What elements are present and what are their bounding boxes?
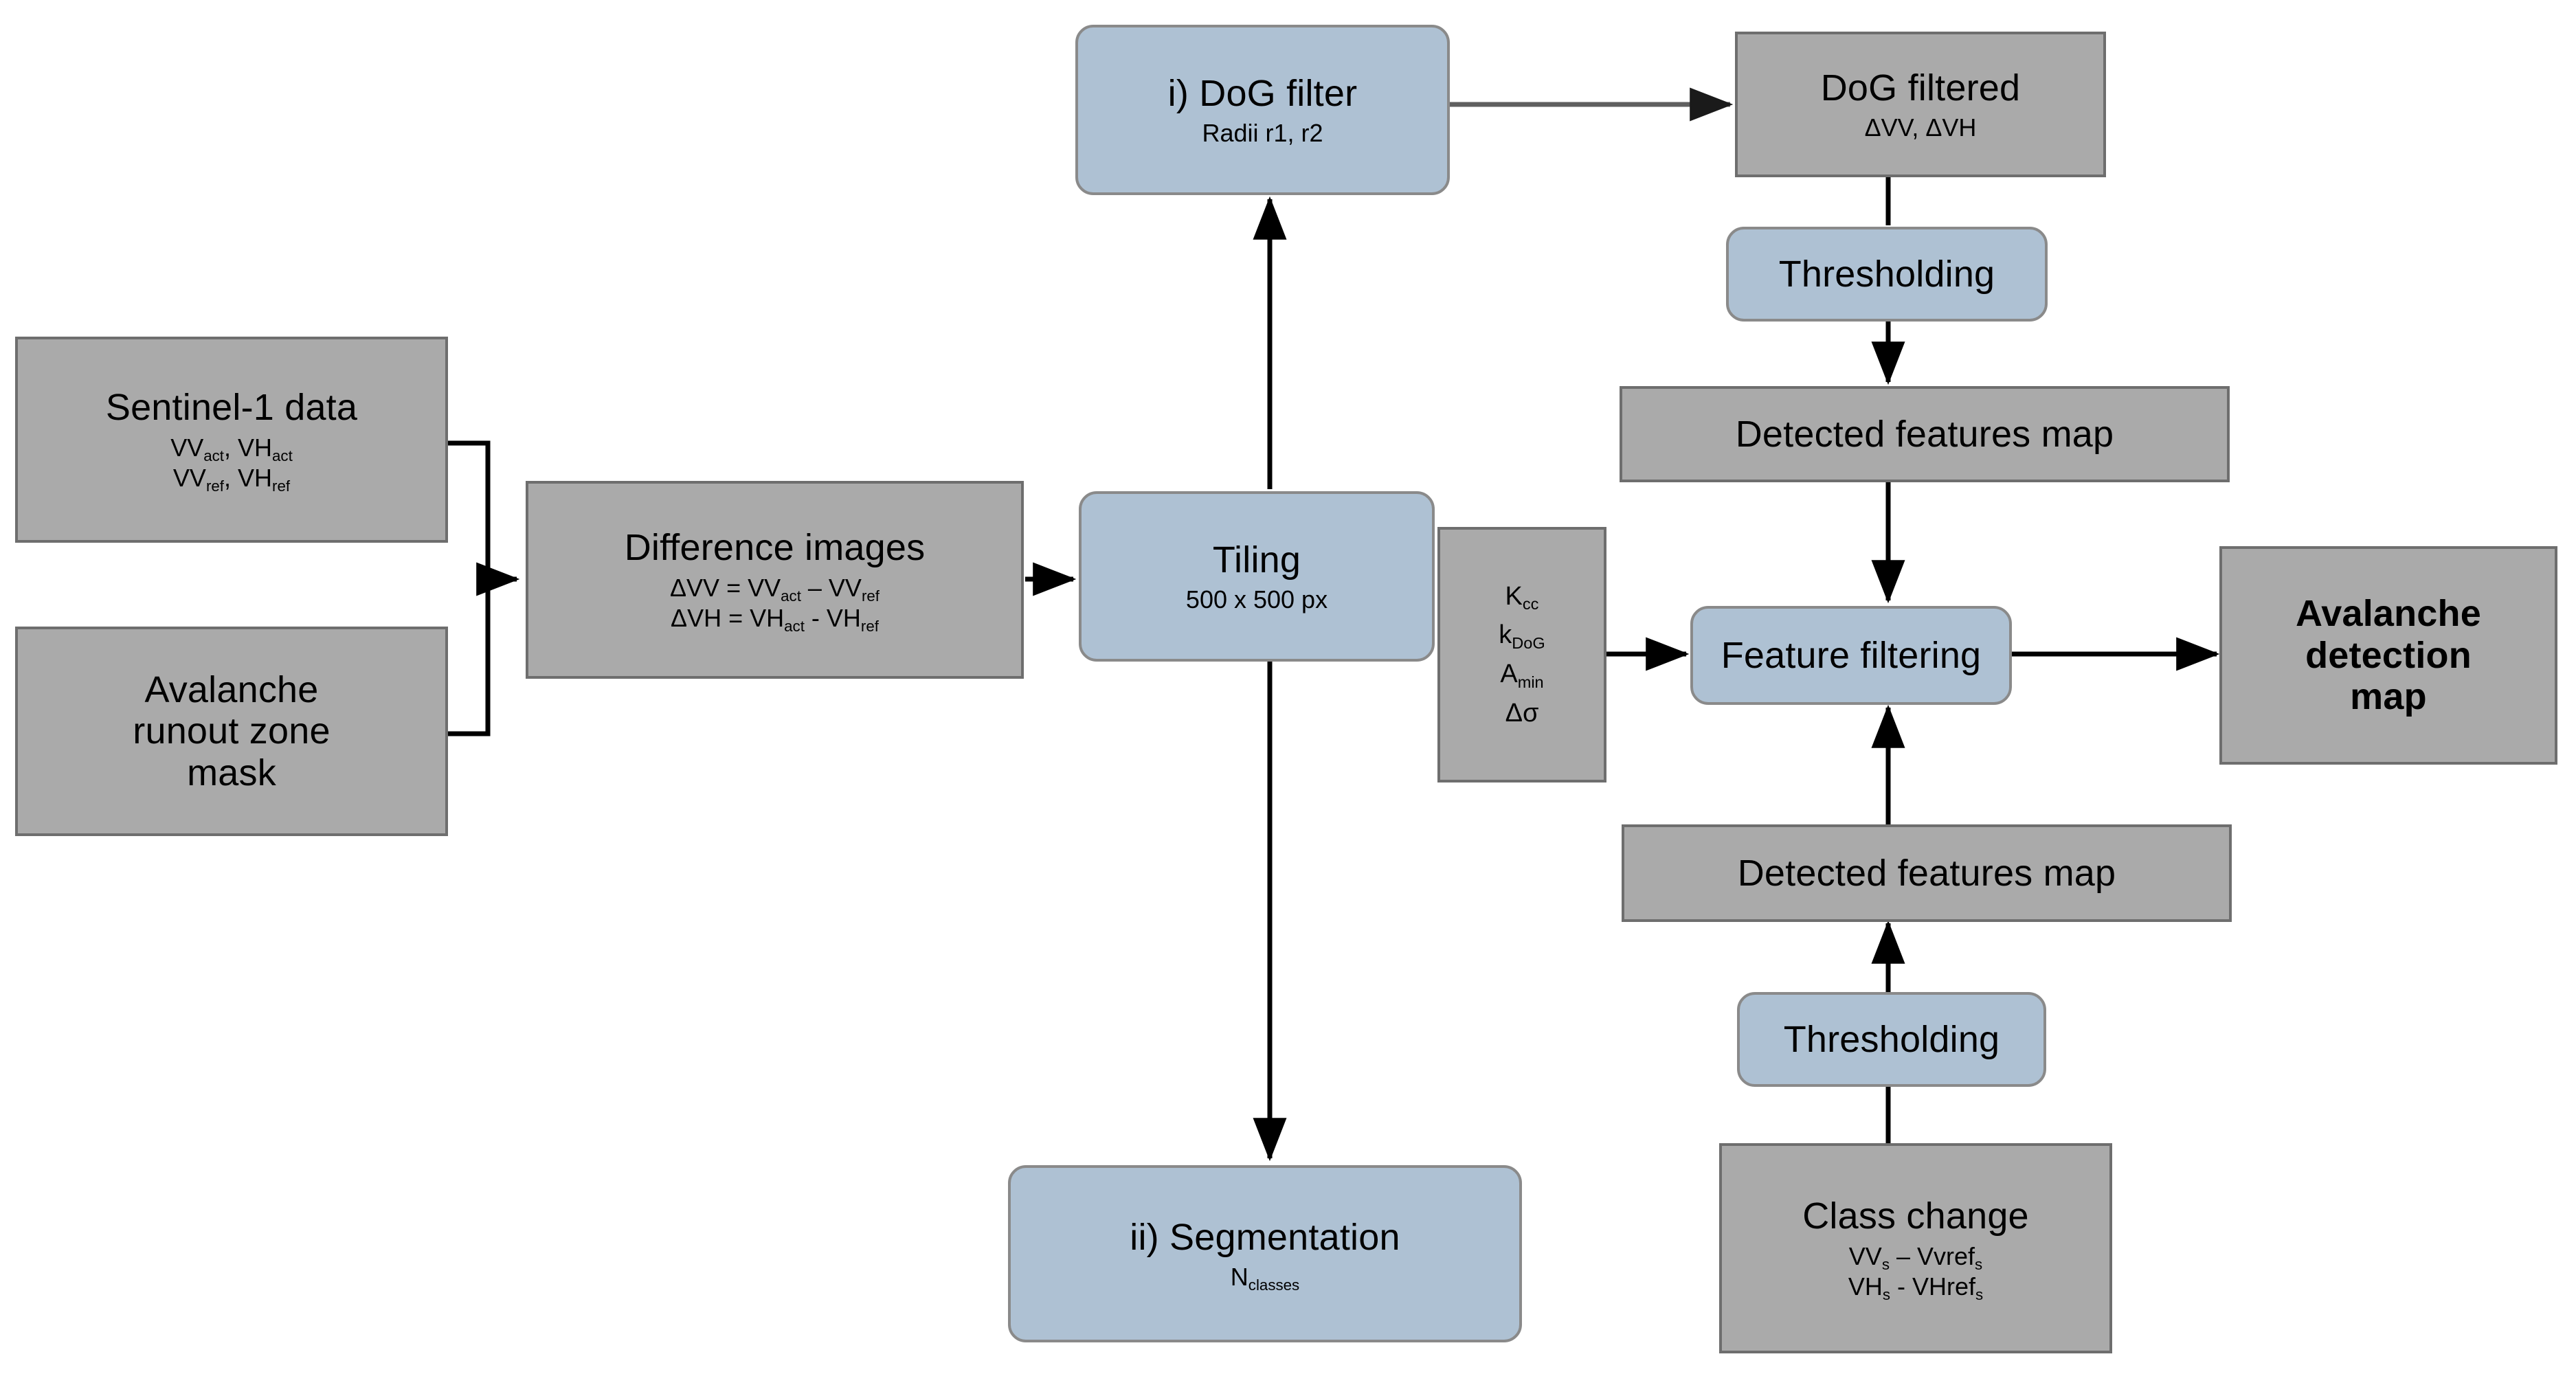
feature-filtering-title: Feature filtering bbox=[1721, 634, 1982, 676]
thresholding-top-title: Thresholding bbox=[1778, 253, 1995, 295]
edge-inputs-to-difference bbox=[447, 440, 520, 736]
thresholding-bottom-title: Thresholding bbox=[1783, 1018, 2000, 1060]
avalanche-detection-map-line-1: Avalanche bbox=[2296, 593, 2481, 635]
sentinel-1-data-line-1: VVact, VHact bbox=[170, 433, 293, 465]
node-detected-features-map-bottom[interactable]: Detected features map bbox=[1622, 824, 2232, 922]
node-dog-filtered[interactable]: DoG filtered ΔVV, ΔVH bbox=[1735, 32, 2106, 177]
segmentation-title: ii) Segmentation bbox=[1130, 1216, 1400, 1258]
parameter-kdog: kDoG bbox=[1499, 620, 1545, 652]
class-change-formula-vh: VHs - VHrefs bbox=[1848, 1272, 1984, 1304]
difference-images-formula-vh: ΔVH = VHact - VHref bbox=[671, 604, 879, 635]
avalanche-detection-map-line-3: map bbox=[2350, 676, 2427, 718]
parameter-amin: Amin bbox=[1500, 660, 1544, 691]
difference-images-title: Difference images bbox=[624, 527, 926, 569]
segmentation-subtitle: Nclasses bbox=[1230, 1263, 1300, 1294]
detected-features-map-top-title: Detected features map bbox=[1735, 413, 2114, 455]
diagram-canvas: Sentinel-1 data VVact, VHact VVref, VHre… bbox=[0, 0, 2576, 1385]
parameter-delta-sigma: Δσ bbox=[1505, 698, 1539, 728]
node-feature-filtering[interactable]: Feature filtering bbox=[1690, 606, 2012, 705]
node-filter-parameters[interactable]: Kcc kDoG Amin Δσ bbox=[1437, 527, 1606, 782]
runout-mask-line-3: mask bbox=[187, 752, 276, 793]
node-detected-features-map-top[interactable]: Detected features map bbox=[1620, 386, 2230, 482]
node-difference-images[interactable]: Difference images ΔVV = VVact – VVref ΔV… bbox=[526, 481, 1024, 679]
node-sentinel-1-data[interactable]: Sentinel-1 data VVact, VHact VVref, VHre… bbox=[15, 337, 448, 543]
sentinel-1-data-line-2: VVref, VHref bbox=[172, 464, 291, 495]
tiling-subtitle: 500 x 500 px bbox=[1185, 585, 1328, 614]
node-segmentation[interactable]: ii) Segmentation Nclasses bbox=[1008, 1165, 1522, 1342]
class-change-formula-vv: VVs – Vvrefs bbox=[1848, 1241, 1983, 1274]
tiling-title: Tiling bbox=[1212, 539, 1301, 581]
parameter-kcc: Kcc bbox=[1505, 581, 1539, 613]
node-thresholding-bottom[interactable]: Thresholding bbox=[1737, 992, 2046, 1087]
avalanche-detection-map-line-2: detection bbox=[2305, 634, 2472, 676]
node-thresholding-top[interactable]: Thresholding bbox=[1726, 227, 2048, 322]
node-avalanche-detection-map[interactable]: Avalanche detection map bbox=[2219, 546, 2557, 765]
sentinel-1-data-title: Sentinel-1 data bbox=[105, 387, 358, 429]
node-avalanche-runout-zone-mask[interactable]: Avalanche runout zone mask bbox=[15, 627, 448, 836]
dog-filter-subtitle: Radii r1, r2 bbox=[1202, 119, 1323, 148]
dog-filtered-title: DoG filtered bbox=[1820, 67, 2021, 109]
dog-filtered-subtitle: ΔVV, ΔVH bbox=[1864, 113, 1977, 142]
dog-filter-title: i) DoG filter bbox=[1167, 72, 1358, 114]
class-change-title: Class change bbox=[1802, 1195, 2029, 1237]
runout-mask-line-2: runout zone bbox=[133, 710, 331, 752]
node-dog-filter[interactable]: i) DoG filter Radii r1, r2 bbox=[1075, 25, 1450, 195]
detected-features-map-bottom-title: Detected features map bbox=[1737, 852, 2116, 894]
runout-mask-line-1: Avalanche bbox=[144, 668, 319, 710]
difference-images-formula-vv: ΔVV = VVact – VVref bbox=[670, 573, 880, 605]
node-tiling[interactable]: Tiling 500 x 500 px bbox=[1079, 491, 1435, 662]
node-class-change[interactable]: Class change VVs – Vvrefs VHs - VHrefs bbox=[1719, 1143, 2112, 1353]
